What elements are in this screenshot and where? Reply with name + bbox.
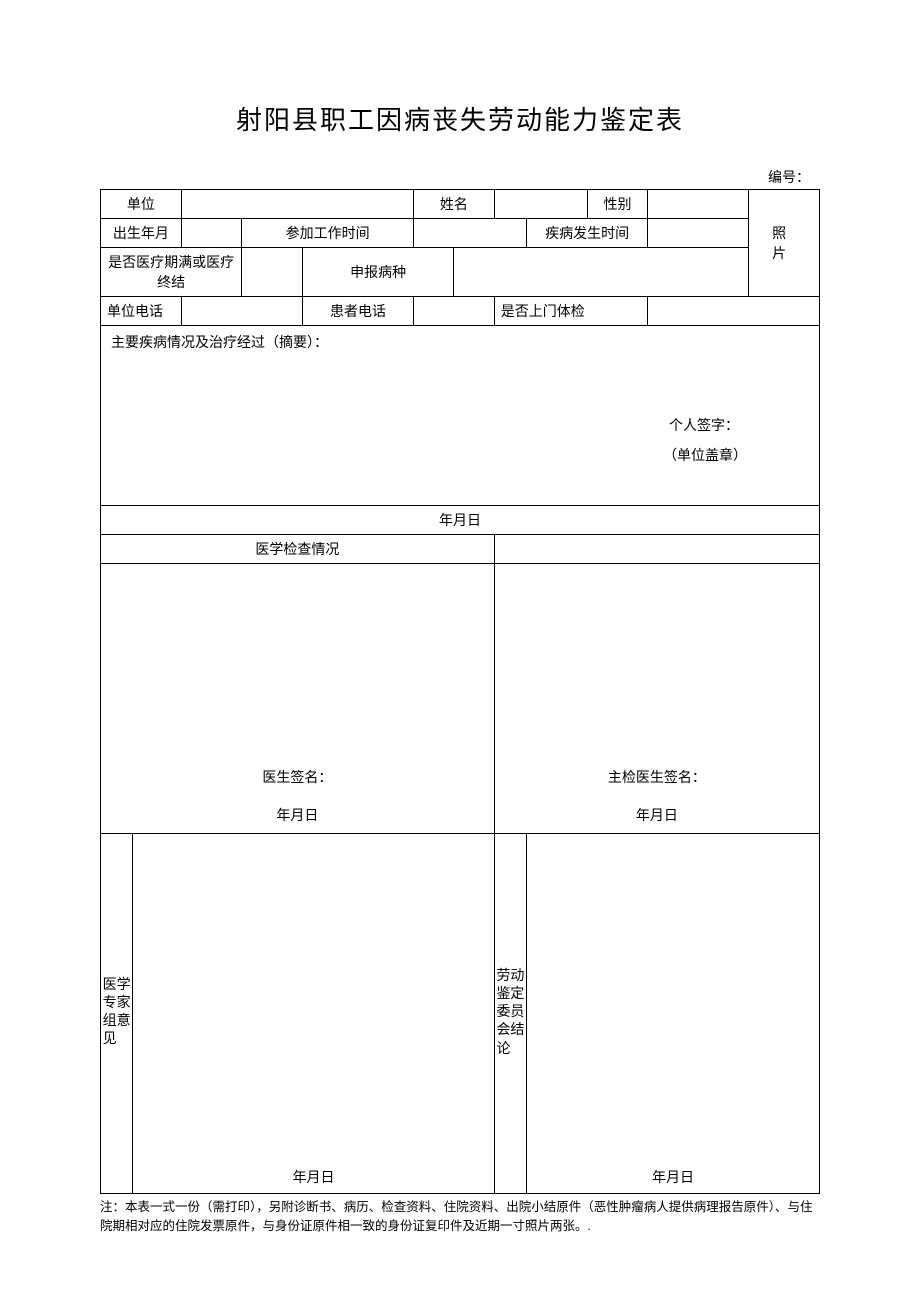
committee-date: 年月日	[533, 1167, 813, 1187]
field-birth[interactable]	[181, 219, 242, 248]
committee-area[interactable]: 年月日	[527, 834, 820, 1194]
doctor-sign-label: 医生签名：	[107, 767, 488, 787]
serial-label: 编号：	[100, 167, 820, 187]
label-disease-type: 申报病种	[302, 248, 453, 297]
label-gender: 性别	[587, 190, 648, 219]
med-left-date: 年月日	[107, 805, 488, 825]
field-disease-type[interactable]	[454, 248, 749, 297]
expert-opinion-area[interactable]: 年月日	[133, 834, 494, 1194]
summary-label: 主要疾病情况及治疗经过（摘要）：	[111, 332, 809, 352]
form-table: 单位 姓名 性别 照 片 出生年月 参加工作时间 疾病发生时间 是否医疗期满或医…	[100, 189, 820, 1194]
label-birth: 出生年月	[101, 219, 182, 248]
label-name: 姓名	[414, 190, 495, 219]
footnote: 注：本表一式一份（需打印），另附诊断书、病历、检查资料、住院资料、出院小结原件（…	[100, 1198, 820, 1236]
field-disease-time[interactable]	[648, 219, 749, 248]
label-expert-opinion: 医学专家组意见	[101, 834, 133, 1194]
personal-sign-label: 个人签字：	[669, 415, 739, 435]
field-medical-end[interactable]	[242, 248, 303, 297]
field-joinwork[interactable]	[414, 219, 527, 248]
summary-area[interactable]: 主要疾病情况及治疗经过（摘要）： 个人签字： （单位盖章）	[101, 326, 820, 506]
expert-date: 年月日	[139, 1167, 487, 1187]
med-check-right-header	[494, 535, 819, 564]
med-check-left[interactable]: 医生签名： 年月日	[101, 564, 495, 834]
label-home-check: 是否上门体检	[494, 297, 647, 326]
label-joinwork: 参加工作时间	[242, 219, 414, 248]
field-unit[interactable]	[181, 190, 413, 219]
field-name[interactable]	[494, 190, 587, 219]
field-patient-phone[interactable]	[414, 297, 495, 326]
field-gender[interactable]	[648, 190, 749, 219]
page-title: 射阳县职工因病丧失劳动能力鉴定表	[100, 100, 820, 137]
label-med-check: 医学检查情况	[101, 535, 495, 564]
label-medical-end: 是否医疗期满或医疗终结	[101, 248, 242, 297]
label-disease-time: 疾病发生时间	[527, 219, 648, 248]
label-committee: 劳动鉴定委员会结论	[494, 834, 526, 1194]
label-patient-phone: 患者电话	[302, 297, 413, 326]
photo-area: 照 片	[749, 190, 820, 297]
label-unit-phone: 单位电话	[101, 297, 182, 326]
label-unit: 单位	[101, 190, 182, 219]
field-unit-phone[interactable]	[181, 297, 302, 326]
med-right-date: 年月日	[501, 805, 813, 825]
chief-doctor-sign-label: 主检医生签名：	[501, 767, 813, 787]
field-home-check[interactable]	[648, 297, 820, 326]
unit-stamp-label: （单位盖章）	[663, 445, 747, 465]
med-check-right[interactable]: 主检医生签名： 年月日	[494, 564, 819, 834]
summary-date: 年月日	[101, 506, 820, 535]
